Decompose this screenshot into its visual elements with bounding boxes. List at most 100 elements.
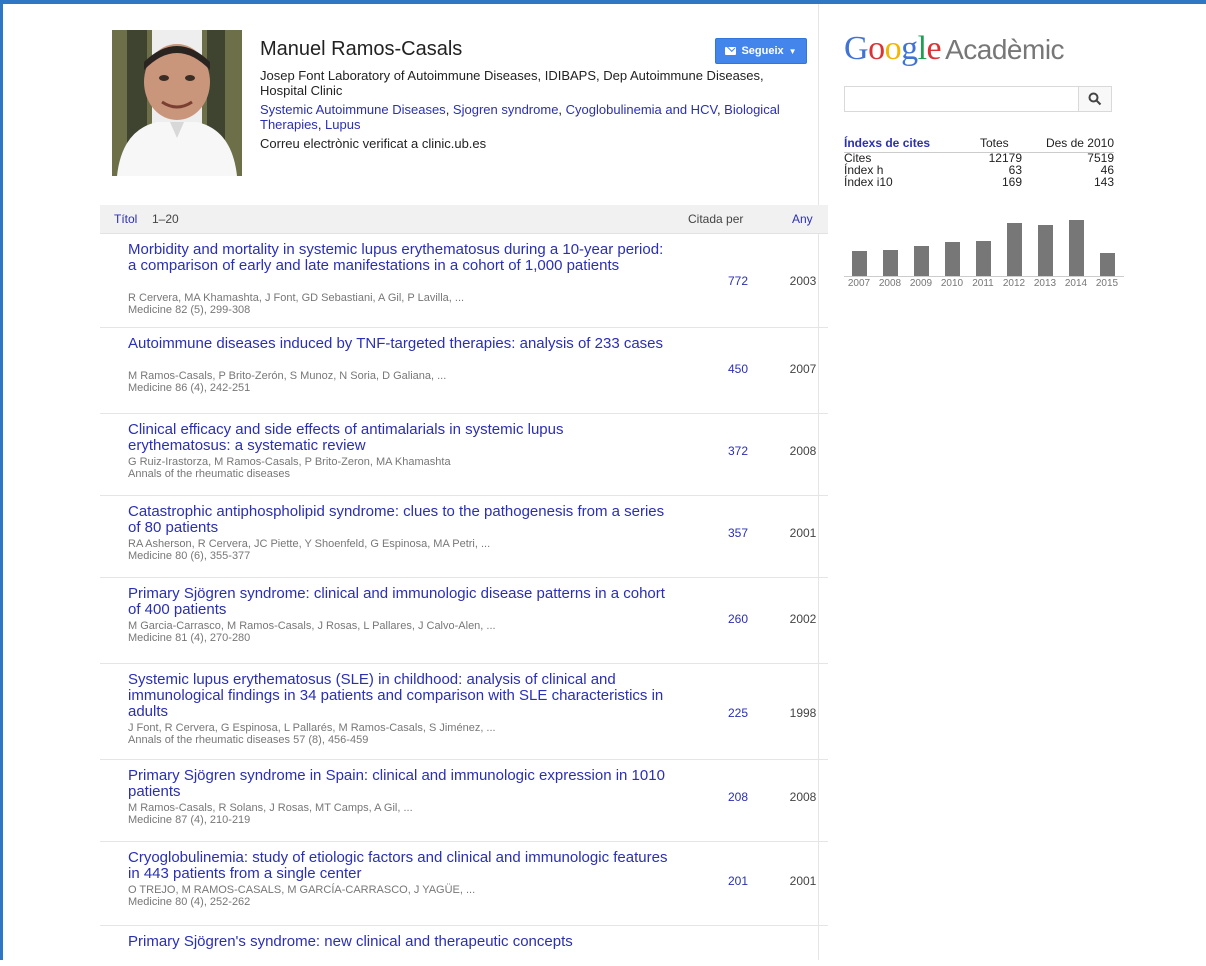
article-venue: Medicine 82 (5), 299-308 (128, 304, 251, 316)
article-title[interactable]: Clinical efficacy and side effects of an… (128, 422, 668, 454)
article-authors: M Ramos-Casals, R Solans, J Rosas, MT Ca… (128, 802, 413, 814)
profile-interests: Systemic Autoimmune Diseases, Sjogren sy… (260, 102, 780, 132)
article-title[interactable]: Catastrophic antiphospholipid syndrome: … (128, 504, 668, 536)
article-title[interactable]: Morbidity and mortality in systemic lupu… (128, 242, 668, 274)
article-list: Morbidity and mortality in systemic lupu… (100, 234, 828, 966)
metric-row: Índex i10 169 143 (844, 176, 1114, 188)
article-authors: R Cervera, MA Khamashta, J Font, GD Seba… (128, 292, 465, 304)
follow-button[interactable]: Segueix ▼ (715, 38, 807, 64)
histogram-bar[interactable] (883, 250, 898, 276)
article-title[interactable]: Cryoglobulinemia: study of etiologic fac… (128, 850, 668, 882)
metrics-title[interactable]: Índexs de cites (844, 136, 930, 150)
article-meta: RA Asherson, R Cervera, JC Piette, Y Sho… (128, 538, 668, 562)
article-title[interactable]: Primary Sjögren syndrome in Spain: clini… (128, 768, 668, 800)
histogram-bar[interactable] (1007, 223, 1022, 276)
article-year: 2002 (789, 612, 817, 626)
google-academic-logo[interactable]: Google Acadèmic (844, 30, 1065, 68)
metric-label: Índex i10 (844, 175, 893, 189)
metric-since: 143 (1093, 175, 1114, 189)
metrics-header: Índexs de cites Totes Des de 2010 (844, 136, 1114, 153)
article-year: 2003 (789, 274, 817, 288)
interest-link[interactable]: Cyoglobulinemia and HCV (566, 102, 717, 117)
histogram-year-label: 2010 (940, 278, 964, 289)
table-row: Cryoglobulinemia: study of etiologic fac… (100, 842, 828, 926)
profile-email: Correu electrònic verificat a clinic.ub.… (260, 136, 487, 151)
histogram-year-label: 2012 (1002, 278, 1026, 289)
sidebar: Google Acadèmic Índexs de cites Totes Des… (828, 4, 1206, 960)
table-row: Primary Sjögren syndrome: clinical and i… (100, 578, 828, 664)
histogram-bar[interactable] (945, 242, 960, 276)
article-venue: Annals of the rheumatic diseases 57 (8),… (128, 734, 369, 746)
table-row: Primary Sjögren syndrome in Spain: clini… (100, 760, 828, 842)
article-year: 2001 (789, 526, 817, 540)
metrics-col-since: Des de 2010 (1045, 136, 1114, 150)
histogram-year-label: 2013 (1033, 278, 1057, 289)
table-row: Clinical efficacy and side effects of an… (100, 414, 828, 496)
article-meta: O TREJO, M RAMOS-CASALS, M GARCÍA-CARRAS… (128, 884, 668, 908)
main-column: Manuel Ramos-Casals Josep Font Laborator… (10, 4, 828, 960)
histogram-bar[interactable] (976, 241, 991, 276)
citation-count[interactable]: 225 (712, 706, 748, 720)
article-authors: M Garcia-Carrasco, M Ramos-Casals, J Ros… (128, 620, 496, 632)
window-frame-left (0, 0, 3, 960)
article-year: 2001 (789, 874, 817, 888)
logo-letter: g (901, 30, 918, 67)
histogram-bar[interactable] (852, 251, 867, 276)
citation-count[interactable]: 260 (712, 612, 748, 626)
logo-letter: o (868, 30, 885, 67)
article-venue: Medicine 80 (6), 355-377 (128, 550, 251, 562)
histogram-year-label: 2008 (878, 278, 902, 289)
article-venue: Medicine 80 (4), 252-262 (128, 896, 251, 908)
table-row: Systemic lupus erythematosus (SLE) in ch… (100, 664, 828, 760)
chevron-down-icon: ▼ (788, 46, 797, 56)
article-meta: M Ramos-Casals, R Solans, J Rosas, MT Ca… (128, 802, 668, 826)
article-title[interactable]: Autoimmune diseases induced by TNF-targe… (128, 336, 668, 352)
article-meta: J Font, R Cervera, G Espinosa, L Pallaré… (128, 722, 668, 746)
interest-link[interactable]: Sjogren syndrome (453, 102, 559, 117)
histogram-bar[interactable] (1100, 253, 1115, 276)
histogram-year-label: 2014 (1064, 278, 1088, 289)
histogram-bar[interactable] (1038, 225, 1053, 276)
histogram-bar[interactable] (914, 246, 929, 276)
article-venue: Medicine 81 (4), 270-280 (128, 632, 251, 644)
article-title[interactable]: Primary Sjögren's syndrome: new clinical… (128, 934, 668, 950)
interest-link[interactable]: Systemic Autoimmune Diseases (260, 102, 446, 117)
table-row: Primary Sjögren's syndrome: new clinical… (100, 926, 828, 966)
article-year: 2008 (789, 444, 817, 458)
article-title[interactable]: Primary Sjögren syndrome: clinical and i… (128, 586, 668, 618)
article-authors: J Font, R Cervera, G Espinosa, L Pallaré… (128, 722, 496, 734)
histogram-year-label: 2011 (972, 278, 994, 289)
logo-suffix: Acadèmic (945, 34, 1065, 65)
article-venue: Medicine 86 (4), 242-251 (128, 382, 251, 394)
profile-name: Manuel Ramos-Casals (260, 38, 463, 60)
histogram-bar[interactable] (1069, 220, 1084, 276)
citation-count[interactable]: 201 (712, 874, 748, 888)
citation-count[interactable]: 357 (712, 526, 748, 540)
result-range: 1–20 (152, 212, 179, 226)
logo-letter: e (926, 30, 942, 67)
article-year: 1998 (789, 706, 817, 720)
profile-affiliation: Josep Font Laboratory of Autoimmune Dise… (260, 68, 764, 98)
citations-histogram: 2007 2008 2009 2010 2011 2012 2013 2014 2015 (844, 214, 1124, 294)
search-button[interactable] (1078, 86, 1112, 112)
table-header: Títol 1–20 Citada per Any (100, 205, 828, 234)
metric-total: 169 (1001, 175, 1022, 189)
article-year: 2007 (789, 362, 817, 376)
table-row: Autoimmune diseases induced by TNF-targe… (100, 328, 828, 414)
citation-count[interactable]: 372 (712, 444, 748, 458)
sort-by-title[interactable]: Títol (114, 212, 137, 226)
article-title[interactable]: Systemic lupus erythematosus (SLE) in ch… (128, 672, 668, 720)
metrics-col-total: Totes (980, 136, 1009, 150)
article-meta: M Ramos-Casals, P Brito-Zerón, S Munoz, … (128, 370, 668, 394)
citation-count[interactable]: 772 (712, 274, 748, 288)
citation-count[interactable]: 450 (712, 362, 748, 376)
follow-label: Segueix (741, 45, 784, 57)
article-authors: O TREJO, M RAMOS-CASALS, M GARCÍA-CARRAS… (128, 884, 476, 896)
search-input[interactable] (844, 86, 1108, 112)
article-authors: G Ruiz-Irastorza, M Ramos-Casals, P Brit… (128, 456, 451, 468)
citation-count[interactable]: 208 (712, 790, 748, 804)
sort-by-year[interactable]: Any (792, 212, 813, 226)
citation-metrics: Índexs de cites Totes Des de 2010 Cites … (844, 136, 1114, 188)
logo-letter: G (844, 30, 869, 67)
interest-link[interactable]: Lupus (325, 117, 360, 132)
